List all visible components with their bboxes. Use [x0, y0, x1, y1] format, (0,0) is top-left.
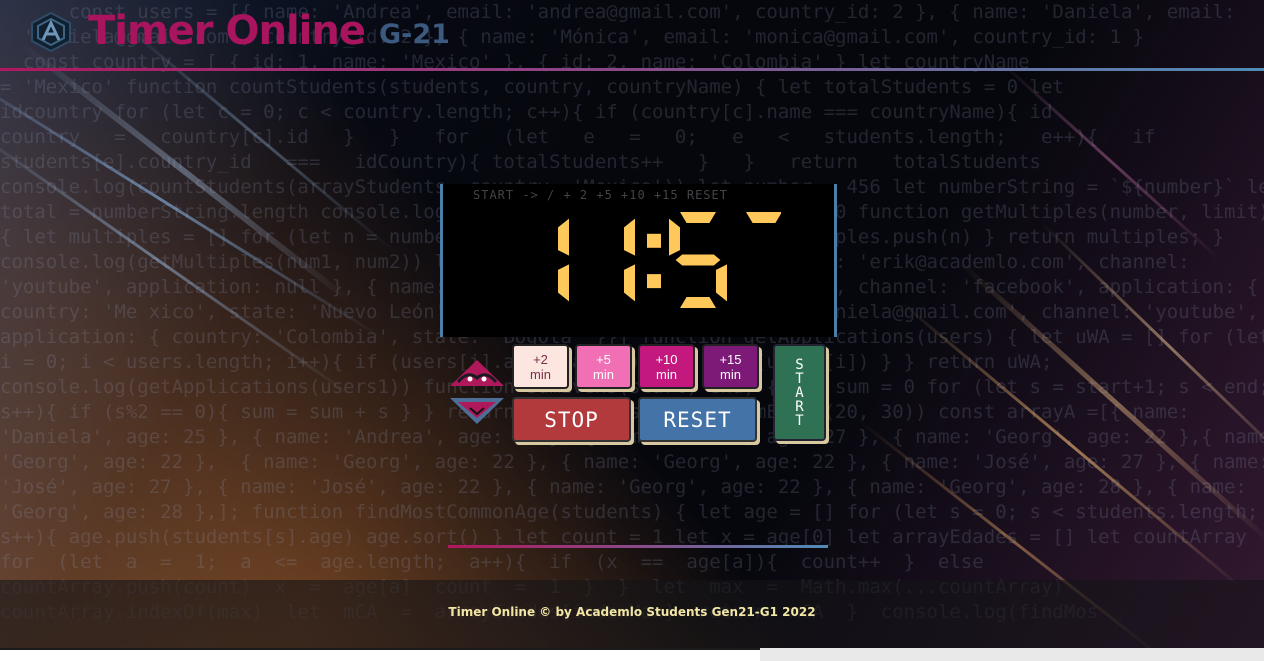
- start-letter: R: [795, 398, 804, 415]
- add-unit-label: min: [530, 366, 551, 382]
- code-line: 'Georg', age: 22 }, { name: 'Georg', age…: [0, 451, 1264, 473]
- time-digit: [558, 218, 569, 302]
- add-10-min-button[interactable]: +10 min: [638, 344, 695, 389]
- start-letter: T: [795, 412, 804, 429]
- code-line: s++){ if (s%2 == 0){ sum = sum + s } } r…: [0, 401, 1190, 423]
- code-line: 'José', age: 27 }, { name: 'José', age: …: [0, 476, 1247, 498]
- start-letter: T: [795, 370, 804, 387]
- group-label: G-21: [379, 19, 450, 50]
- add-unit-label: min: [593, 366, 614, 382]
- start-button[interactable]: START: [773, 344, 826, 441]
- page-title: Timer Online: [88, 8, 366, 54]
- code-line: idcountry for (let c = 0; c < country.le…: [0, 101, 1053, 123]
- page-bottom-strip-left: [0, 648, 760, 661]
- add-5-min-button[interactable]: +5 min: [575, 344, 632, 389]
- add-15-min-button[interactable]: +15 min: [702, 344, 759, 389]
- time-readout: [558, 212, 781, 308]
- add-amount-label: +2: [533, 351, 548, 367]
- start-letter: A: [795, 384, 804, 401]
- start-letter: S: [795, 356, 804, 373]
- add-unit-label: min: [720, 366, 741, 382]
- keyboard-hint: START -> / + 2 +5 +10 +15 RESET: [473, 188, 728, 202]
- academlo-logo-icon: [31, 12, 71, 52]
- code-line: 'Georg', age: 28 },]; function findMostC…: [0, 501, 1259, 523]
- reset-button[interactable]: RESET: [638, 397, 757, 442]
- time-digit: [624, 218, 635, 302]
- time-colon: [647, 233, 661, 289]
- time-digit: [746, 212, 781, 223]
- add-amount-label: +10: [655, 351, 678, 367]
- add-amount-label: +15: [719, 351, 742, 367]
- code-line: for (let a = 1; a <= age.length; a++){ i…: [0, 551, 984, 573]
- timer-display: START -> / + 2 +5 +10 +15 RESET: [440, 184, 837, 337]
- footer-copyright: Timer Online © by Academlo Students Gen2…: [448, 605, 816, 619]
- add-amount-label: +5: [596, 351, 611, 367]
- mascot-icon: [450, 360, 504, 424]
- time-digit: [669, 212, 727, 308]
- page-header: Timer Online G-21: [0, 0, 1264, 71]
- page-footer: Timer Online © by Academlo Students Gen2…: [0, 580, 1264, 648]
- add-2-min-button[interactable]: +2 min: [512, 344, 569, 389]
- add-unit-label: min: [656, 366, 677, 382]
- content-divider: [448, 545, 828, 548]
- header-divider: [0, 68, 1264, 71]
- code-line: console.log(getApplications(users1)) fun…: [0, 376, 1264, 398]
- stop-button[interactable]: STOP: [512, 397, 631, 442]
